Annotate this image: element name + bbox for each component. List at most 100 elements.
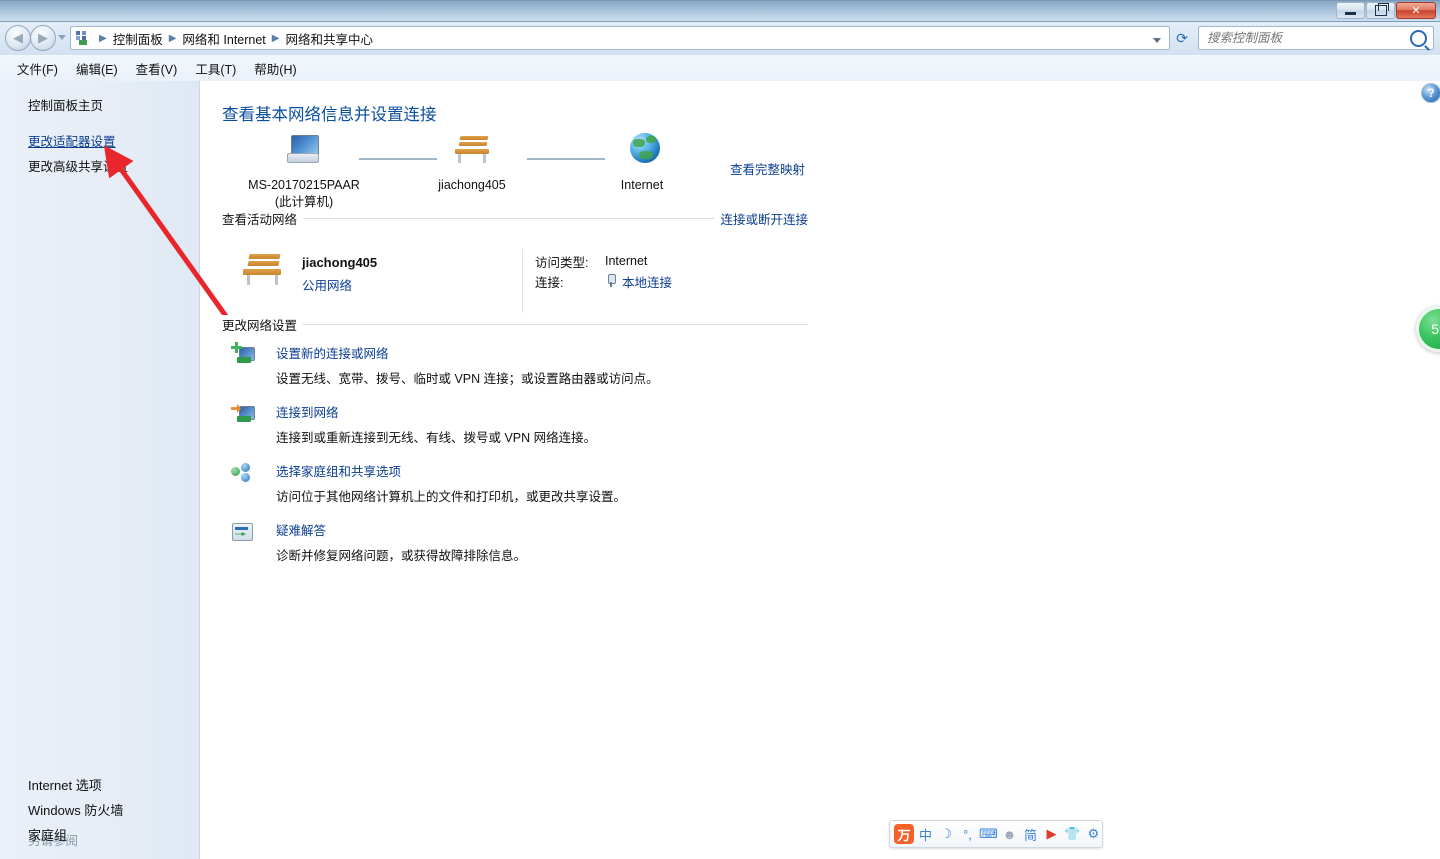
minimize-icon bbox=[1345, 12, 1356, 15]
active-network-type-link[interactable]: 公用网络 bbox=[302, 275, 377, 294]
history-dropdown-icon[interactable] bbox=[58, 35, 66, 40]
ime-toolbar[interactable]: 万 中 ☽ °, ⌨ ☻ 简 ▶ 👕 ⚙ bbox=[889, 820, 1103, 848]
window-controls: ✕ bbox=[1336, 2, 1436, 19]
menu-item-file[interactable]: 文件(F) bbox=[8, 56, 67, 81]
change-setting-desc: 设置无线、宽带、拨号、临时或 VPN 连接；或设置路由器或访问点。 bbox=[276, 372, 659, 386]
address-bar: ◀ ▶ ▶ 控制面板 ▶ 网络和 Internet ▶ 网络和共享中心 ⟳ bbox=[0, 22, 1440, 55]
section-title: 查看活动网络 bbox=[222, 209, 304, 228]
change-setting-title[interactable]: 选择家庭组和共享选项 bbox=[276, 461, 831, 480]
minimize-button[interactable] bbox=[1336, 2, 1365, 19]
connections-label: 连接: bbox=[535, 275, 564, 290]
page-title: 查看基本网络信息并设置连接 bbox=[222, 106, 437, 124]
change-setting-desc: 访问位于其他网络计算机上的文件和打印机，或更改共享设置。 bbox=[276, 490, 627, 504]
forward-arrow-icon: ▶ bbox=[38, 30, 48, 45]
homegroup-icon bbox=[231, 463, 253, 483]
sidebar: 控制面板主页 更改适配器设置 更改高级共享设置 另请参阅 Internet 选项… bbox=[0, 81, 200, 859]
menu-item-view[interactable]: 查看(V) bbox=[127, 56, 187, 81]
change-setting-item[interactable]: 设置新的连接或网络 设置无线、宽带、拨号、临时或 VPN 连接；或设置路由器或访… bbox=[231, 342, 831, 387]
maximize-icon bbox=[1374, 3, 1389, 16]
close-button[interactable]: ✕ bbox=[1396, 2, 1436, 19]
bench-icon bbox=[242, 253, 282, 287]
search-input[interactable] bbox=[1205, 30, 1410, 46]
map-node-computer[interactable]: MS-20170215PAAR (此计算机) bbox=[229, 131, 379, 211]
connections-row: 连接: 本地连接 bbox=[535, 271, 672, 291]
ime-user-icon[interactable]: ☻ bbox=[1000, 824, 1019, 844]
connect-disconnect-link[interactable]: 连接或断开连接 bbox=[714, 209, 808, 228]
ime-video-icon[interactable]: ▶ bbox=[1042, 824, 1061, 844]
map-node-label: Internet bbox=[620, 178, 664, 192]
change-setting-title[interactable]: 设置新的连接或网络 bbox=[276, 343, 831, 362]
map-node-network[interactable]: jiachong405 bbox=[397, 131, 547, 194]
breadcrumb-item-control-panel[interactable]: 控制面板 bbox=[111, 27, 165, 50]
breadcrumb-item-network-sharing-center[interactable]: 网络和共享中心 bbox=[284, 27, 376, 50]
change-setting-desc: 连接到或重新连接到无线、有线、拨号或 VPN 网络连接。 bbox=[276, 431, 597, 445]
map-node-internet[interactable]: Internet bbox=[567, 131, 717, 194]
network-connector-icon bbox=[605, 274, 617, 288]
main-content: ? 查看基本网络信息并设置连接 MS-20170215PAAR (此计算机) j… bbox=[201, 81, 1440, 859]
ime-punctuation-icon[interactable]: °, bbox=[958, 824, 977, 844]
breadcrumb-chevron-down-icon[interactable] bbox=[1153, 38, 1161, 43]
change-setting-item[interactable]: 选择家庭组和共享选项 访问位于其他网络计算机上的文件和打印机，或更改共享设置。 bbox=[231, 461, 831, 505]
view-full-map-link[interactable]: 查看完整映射 bbox=[730, 159, 805, 178]
access-type-row: 访问类型: Internet bbox=[535, 251, 672, 271]
change-setting-item[interactable]: 连接到网络 连接到或重新连接到无线、有线、拨号或 VPN 网络连接。 bbox=[231, 402, 831, 446]
control-panel-icon bbox=[75, 30, 91, 46]
search-box[interactable] bbox=[1198, 26, 1434, 50]
menu-item-help[interactable]: 帮助(H) bbox=[245, 56, 305, 81]
active-network-name: jiachong405 bbox=[302, 255, 378, 270]
vertical-divider bbox=[522, 249, 523, 313]
refresh-icon: ⟳ bbox=[1176, 29, 1188, 46]
bench-icon bbox=[454, 135, 490, 165]
connect-network-icon bbox=[231, 404, 255, 424]
section-divider bbox=[222, 324, 808, 325]
sidebar-item-control-panel-home[interactable]: 控制面板主页 bbox=[28, 95, 103, 114]
menu-bar: 文件(F) 编辑(E) 查看(V) 工具(T) 帮助(H) bbox=[0, 55, 1440, 81]
new-connection-icon bbox=[231, 342, 255, 365]
menu-item-tools[interactable]: 工具(T) bbox=[186, 56, 245, 81]
back-button[interactable]: ◀ bbox=[5, 25, 31, 51]
help-button[interactable]: ? bbox=[1421, 83, 1440, 103]
breadcrumb-separator: ▶ bbox=[271, 32, 280, 44]
section-active-networks: 查看活动网络 连接或断开连接 bbox=[222, 209, 808, 228]
ime-logo-icon[interactable]: 万 bbox=[894, 824, 914, 844]
active-network-entry: jiachong405 公用网络 访问类型: Internet 连接: 本地连接 bbox=[222, 249, 808, 319]
computer-icon bbox=[287, 135, 321, 165]
sidebar-item-change-advanced-sharing-settings[interactable]: 更改高级共享设置 bbox=[28, 156, 128, 175]
change-setting-desc: 诊断并修复网络问题，或获得故障排除信息。 bbox=[276, 549, 527, 563]
sidebar-item-change-adapter-settings[interactable]: 更改适配器设置 bbox=[28, 131, 116, 150]
sidebar-item-windows-firewall[interactable]: Windows 防火墙 bbox=[28, 800, 123, 819]
section-title: 更改网络设置 bbox=[222, 315, 304, 334]
map-node-label: jiachong405 bbox=[438, 178, 506, 192]
maximize-button[interactable] bbox=[1366, 2, 1395, 19]
ime-settings-icon[interactable]: ⚙ bbox=[1084, 824, 1103, 844]
breadcrumb-item-network-internet[interactable]: 网络和 Internet bbox=[180, 27, 267, 50]
close-icon: ✕ bbox=[1411, 5, 1421, 17]
access-type-value: Internet bbox=[605, 254, 648, 268]
ime-simplified-icon[interactable]: 简 bbox=[1021, 824, 1040, 844]
local-connection-link[interactable]: 本地连接 bbox=[622, 272, 672, 291]
forward-button[interactable]: ▶ bbox=[30, 25, 56, 51]
sidebar-item-homegroup[interactable]: 家庭组 bbox=[28, 825, 67, 844]
access-type-label: 访问类型: bbox=[535, 255, 589, 270]
change-setting-title[interactable]: 疑难解答 bbox=[276, 520, 831, 539]
troubleshoot-icon bbox=[231, 522, 253, 542]
section-change-network-settings: 更改网络设置 bbox=[222, 315, 808, 334]
search-icon bbox=[1410, 29, 1427, 47]
breadcrumb[interactable]: ▶ 控制面板 ▶ 网络和 Internet ▶ 网络和共享中心 bbox=[70, 26, 1170, 50]
globe-icon bbox=[630, 133, 660, 163]
window-title-bar: ✕ bbox=[0, 0, 1440, 22]
ime-skin-icon[interactable]: 👕 bbox=[1063, 824, 1082, 844]
menu-item-edit[interactable]: 编辑(E) bbox=[67, 56, 127, 81]
breadcrumb-separator: ▶ bbox=[99, 32, 107, 44]
ime-moon-icon[interactable]: ☽ bbox=[937, 824, 956, 844]
active-network-details: 访问类型: Internet 连接: 本地连接 bbox=[535, 251, 672, 291]
sidebar-item-internet-options[interactable]: Internet 选项 bbox=[28, 775, 102, 794]
back-arrow-icon: ◀ bbox=[13, 30, 23, 45]
change-setting-item[interactable]: 疑难解答 诊断并修复网络问题，或获得故障排除信息。 bbox=[231, 520, 831, 564]
map-node-label: MS-20170215PAAR bbox=[248, 178, 360, 192]
breadcrumb-separator: ▶ bbox=[168, 32, 177, 44]
refresh-button[interactable]: ⟳ bbox=[1171, 27, 1193, 49]
ime-chinese-toggle[interactable]: 中 bbox=[916, 824, 935, 844]
ime-keyboard-icon[interactable]: ⌨ bbox=[979, 824, 998, 844]
change-setting-title[interactable]: 连接到网络 bbox=[276, 402, 831, 421]
